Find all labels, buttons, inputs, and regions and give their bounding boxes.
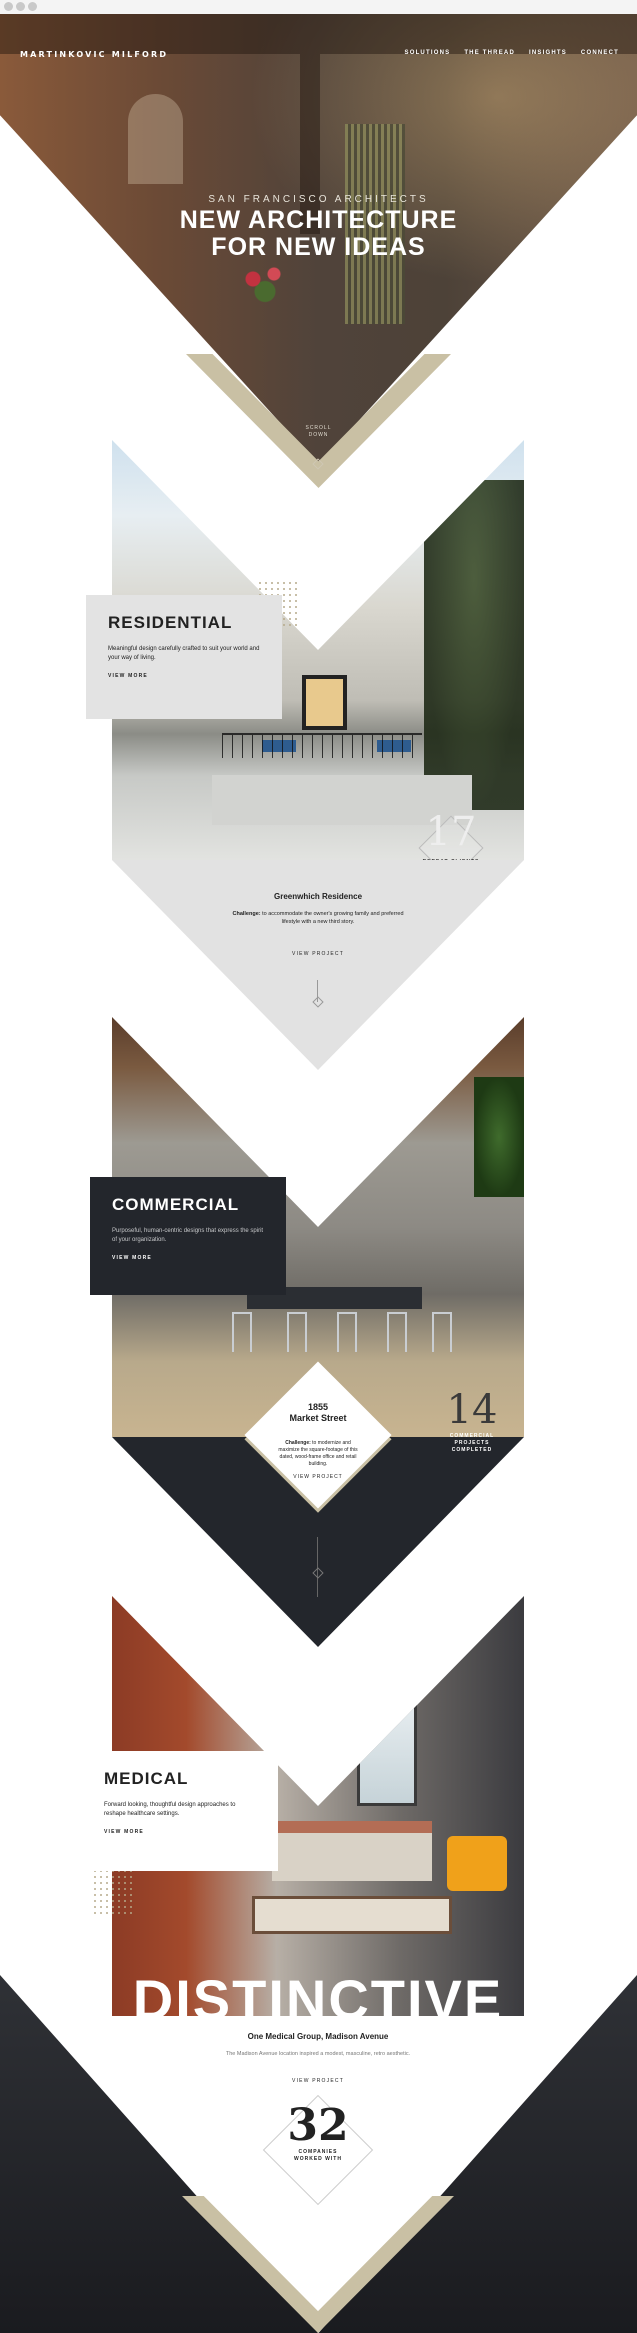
site-logo[interactable]: MARTINKOVIC MILFORD (20, 50, 168, 59)
medical-view-more-button[interactable]: VIEW MORE (104, 1829, 256, 1835)
residential-view-project-link[interactable]: VIEW PROJECT (112, 951, 524, 957)
medical-heading: MEDICAL (104, 1769, 189, 1788)
medical-project-text: The Madison Avenue location inspired a m… (225, 2051, 411, 2057)
nav-connect[interactable]: CONNECT (581, 50, 619, 56)
main-nav: SOLUTIONS THE THREAD INSIGHTS CONNECT (405, 50, 620, 56)
commercial-project-title-line2: Market Street (289, 1413, 347, 1423)
challenge-label: Challenge: (285, 1440, 311, 1446)
commercial-card: COMMERCIAL Purposeful, human-centric des… (90, 1177, 286, 1295)
stat-label-line: COMPANIES (298, 2149, 338, 2155)
commercial-view-project-link[interactable]: VIEW PROJECT (245, 1474, 391, 1480)
browser-chrome (0, 0, 637, 14)
medical-view-project-link[interactable]: VIEW PROJECT (112, 2078, 524, 2084)
window-close-dot[interactable] (4, 2, 13, 11)
hero-title-line1: NEW ARCHITECTURE (179, 206, 458, 234)
medical-card: MEDICAL Forward looking, thoughtful desi… (82, 1751, 278, 1871)
nav-solutions[interactable]: SOLUTIONS (405, 50, 451, 56)
distinctive-headline: DISTINCTIVE (132, 1968, 504, 2031)
commercial-challenge: Challenge: to modernize and maximize the… (278, 1440, 358, 1468)
hero-subtitle: SAN FRANCISCO ARCHITECTS (208, 194, 429, 205)
commercial-project-diamond: 1855 Market Street Challenge: to moderni… (244, 1361, 392, 1509)
challenge-label: Challenge: (232, 911, 261, 917)
stat-label-line: COMPLETED (451, 1447, 493, 1453)
tree (424, 480, 524, 810)
commercial-heading: COMMERCIAL (112, 1195, 240, 1214)
commercial-projects-label: COMMERCIAL PROJECTS COMPLETED (437, 1433, 507, 1454)
repeat-clients-number: 17 (425, 809, 477, 855)
commercial-projects-badge: 14 COMMERCIAL PROJECTS COMPLETED (437, 1387, 507, 1465)
window-minimize-dot[interactable] (16, 2, 25, 11)
commercial-description: Purposeful, human-centric designs that e… (112, 1228, 264, 1243)
residential-description: Meaningful design carefully crafted to s… (108, 646, 260, 661)
coffee-table (252, 1896, 452, 1934)
companies-number: 32 (287, 2100, 349, 2151)
commercial-section: COMMERCIAL Purposeful, human-centric des… (90, 1017, 524, 1647)
window (357, 1696, 417, 1806)
medical-project-title: One Medical Group, Madison Avenue (247, 2032, 389, 2041)
stat-label-line: COMMERCIAL (449, 1433, 495, 1439)
hero-title-line2: FOR NEW IDEAS (211, 233, 426, 261)
diamond-card (244, 1361, 392, 1509)
bar-stool (387, 1312, 407, 1352)
residential-heading: RESIDENTIAL (108, 613, 233, 632)
plant (474, 1077, 524, 1197)
scroll-down[interactable]: SCROLL DOWN (0, 425, 637, 439)
residential-view-more-button[interactable]: VIEW MORE (108, 673, 260, 679)
residential-card: RESIDENTIAL Meaningful design carefully … (86, 595, 282, 719)
ceiling-beam (0, 14, 637, 54)
commercial-project-title: 1855 Market Street (245, 1402, 391, 1424)
commercial-view-more-button[interactable]: VIEW MORE (112, 1255, 264, 1261)
challenge-text: to accommodate the owner's growing famil… (260, 911, 404, 925)
scroll-line2: DOWN (308, 432, 329, 438)
stat-label-line: WORKED WITH (294, 2156, 342, 2162)
scroll-line1: SCROLL (305, 425, 332, 431)
bar-stool (337, 1312, 357, 1352)
nav-insights[interactable]: INSIGHTS (529, 50, 567, 56)
flower-arrangement (235, 259, 295, 309)
bar-stool (287, 1312, 307, 1352)
deck-railing (222, 733, 422, 758)
commercial-projects-number: 14 (446, 1387, 498, 1433)
bar-stool (432, 1312, 452, 1352)
medical-description: Forward looking, thoughtful design appro… (104, 1802, 236, 1817)
stat-label-line: PROJECTS (454, 1440, 490, 1446)
companies-label: COMPANIES WORKED WITH (112, 2149, 524, 2163)
commercial-project-title-line1: 1855 (307, 1402, 329, 1412)
hero-title: NEW ARCHITECTURE FOR NEW IDEAS (0, 207, 637, 261)
residential-challenge: Challenge: to accommodate the owner's gr… (223, 910, 413, 926)
arched-window (128, 94, 183, 184)
medical-section: MEDICAL Forward looking, thoughtful desi… (82, 1596, 524, 2333)
residential-section: RESIDENTIAL Meaningful design carefully … (86, 440, 524, 1070)
sofa (272, 1821, 432, 1881)
lit-window (302, 675, 347, 730)
window-maximize-dot[interactable] (28, 2, 37, 11)
residential-project-title: Greenwhich Residence (273, 892, 363, 901)
bar-stool (232, 1312, 252, 1352)
nav-the-thread[interactable]: THE THREAD (464, 50, 515, 56)
orange-chair (447, 1836, 507, 1891)
hero-section: MARTINKOVIC MILFORD SOLUTIONS THE THREAD… (0, 14, 637, 488)
